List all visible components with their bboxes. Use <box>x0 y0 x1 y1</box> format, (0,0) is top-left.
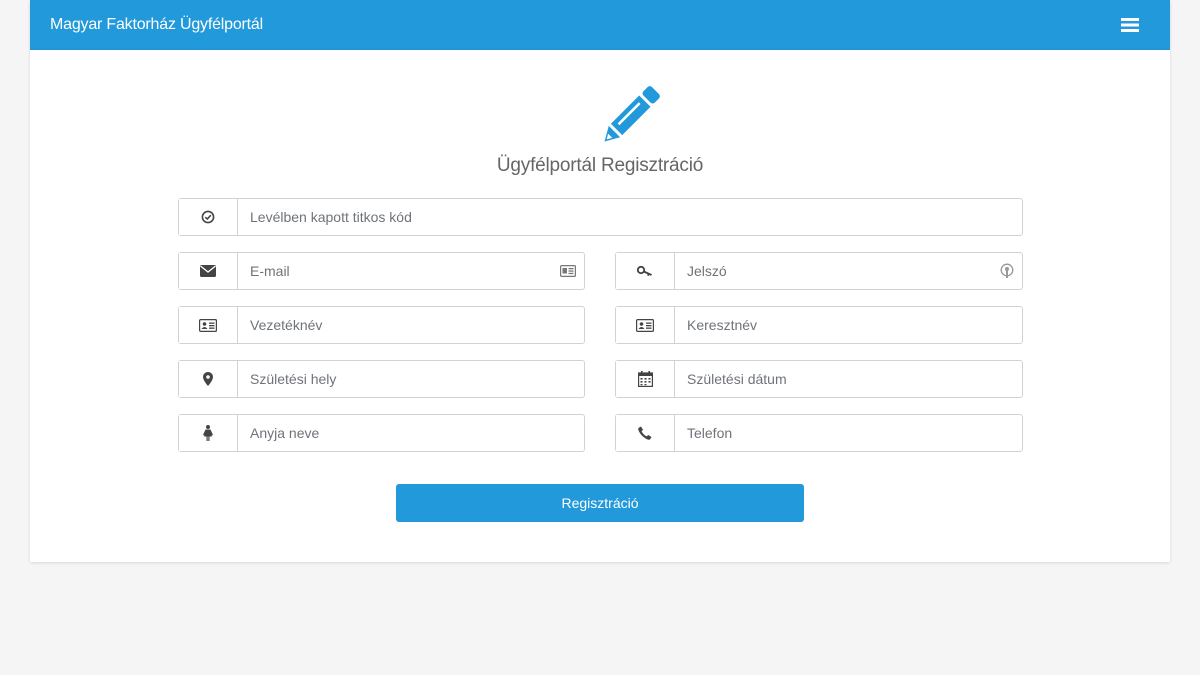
register-button[interactable]: Regisztráció <box>396 484 804 522</box>
phone-group <box>615 414 1023 452</box>
phone-icon <box>616 415 675 451</box>
registration-card: Ügyfélportál Regisztráció Levélben kapot… <box>30 50 1170 562</box>
birth-place-group <box>178 360 585 398</box>
password-group <box>615 252 1023 290</box>
id-card-icon <box>179 307 238 343</box>
secret-code-input[interactable] <box>238 199 1022 235</box>
top-navbar: Magyar Faktorház Ügyfélportál <box>30 0 1170 50</box>
hamburger-icon[interactable] <box>1110 10 1150 40</box>
secret-code-group <box>178 198 1023 236</box>
map-marker-icon <box>179 361 238 397</box>
calendar-icon <box>616 361 675 397</box>
brand-title[interactable]: Magyar Faktorház Ügyfélportál <box>50 16 263 34</box>
email-input[interactable] <box>238 253 584 289</box>
birth-place-input[interactable] <box>238 361 584 397</box>
last-name-input[interactable] <box>238 307 584 343</box>
birth-date-group <box>615 360 1023 398</box>
key-icon <box>616 253 675 289</box>
password-manager-icon[interactable] <box>1000 263 1014 279</box>
mother-name-input[interactable] <box>238 415 584 451</box>
mother-name-group <box>178 414 585 452</box>
first-name-input[interactable] <box>675 307 1022 343</box>
female-icon <box>179 415 238 451</box>
id-card-icon <box>616 307 675 343</box>
birth-date-input[interactable] <box>675 361 1022 397</box>
password-input[interactable] <box>675 253 1022 289</box>
contact-card-icon[interactable] <box>560 265 576 277</box>
check-circle-icon <box>179 199 238 235</box>
page-title: Ügyfélportál Regisztráció <box>496 155 704 176</box>
email-group <box>178 252 585 290</box>
last-name-group <box>178 306 585 344</box>
first-name-group <box>615 306 1023 344</box>
envelope-icon <box>179 253 238 289</box>
pencil-icon <box>592 78 668 154</box>
phone-input[interactable] <box>675 415 1022 451</box>
